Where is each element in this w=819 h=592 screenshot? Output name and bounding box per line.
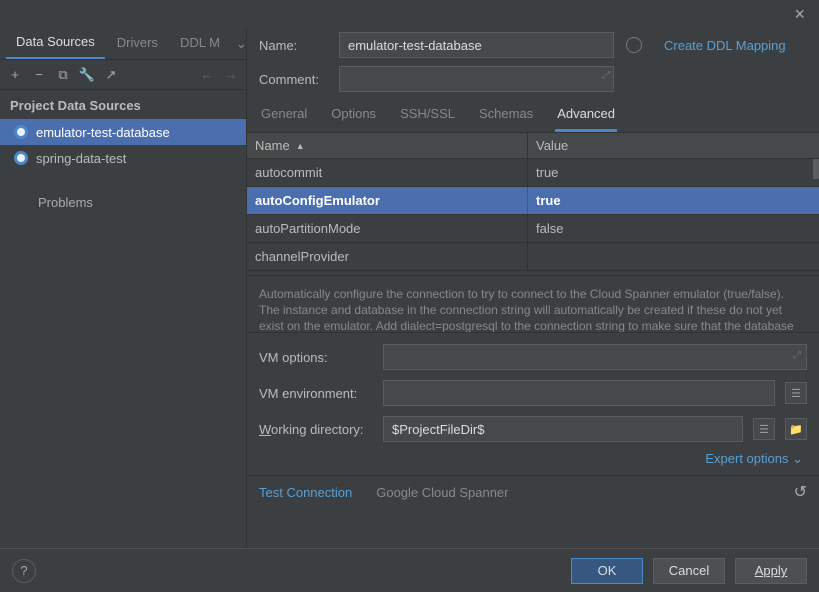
comment-label: Comment:: [259, 72, 329, 87]
apply-button[interactable]: Apply: [735, 558, 807, 584]
tab-schemas[interactable]: Schemas: [477, 106, 535, 132]
prop-value[interactable]: false: [528, 215, 819, 242]
tab-advanced[interactable]: Advanced: [555, 106, 617, 132]
ok-button[interactable]: OK: [571, 558, 643, 584]
tree-item-spring[interactable]: spring-data-test: [0, 145, 246, 171]
tab-ddl[interactable]: DDL M: [170, 29, 230, 58]
left-toolbar: + − ⧉ 🔧 ↗ ← →: [0, 60, 246, 90]
working-dir-label: Working directory:: [259, 422, 373, 437]
database-icon: [14, 125, 28, 139]
table-row[interactable]: autoPartitionMode false: [247, 215, 819, 243]
folder-icon[interactable]: 📁: [785, 418, 807, 440]
tree-item-label: spring-data-test: [36, 151, 126, 166]
inner-tabs: General Options SSH/SSL Schemas Advanced: [247, 96, 819, 133]
name-label: Name:: [259, 38, 329, 53]
tab-general[interactable]: General: [259, 106, 309, 132]
prop-value[interactable]: true: [528, 159, 819, 186]
list-icon[interactable]: ☰: [785, 382, 807, 404]
vm-options-label: VM options:: [259, 350, 373, 365]
prop-value[interactable]: [528, 243, 819, 270]
color-indicator-icon[interactable]: [626, 37, 642, 53]
col-header-value[interactable]: Value: [528, 133, 819, 158]
prop-name: channelProvider: [247, 243, 528, 270]
revert-icon[interactable]: ↺: [794, 482, 807, 502]
table-row[interactable]: channelProvider: [247, 243, 819, 271]
comment-input[interactable]: [339, 66, 614, 92]
name-input[interactable]: [339, 32, 614, 58]
prop-name: autoConfigEmulator: [247, 187, 528, 214]
prop-name: autocommit: [247, 159, 528, 186]
property-description: Automatically configure the connection t…: [247, 275, 819, 333]
vm-env-input[interactable]: [383, 380, 775, 406]
tree-item-label: emulator-test-database: [36, 125, 170, 140]
prop-name: autoPartitionMode: [247, 215, 528, 242]
tab-drivers[interactable]: Drivers: [107, 29, 168, 58]
prop-value[interactable]: true: [528, 187, 819, 214]
expert-options-link[interactable]: Expert options ⌄: [705, 451, 803, 466]
tab-options[interactable]: Options: [329, 106, 378, 132]
scrollbar[interactable]: [813, 159, 819, 179]
tab-data-sources[interactable]: Data Sources: [6, 28, 105, 60]
vm-options-input[interactable]: [383, 344, 807, 370]
dialog-footer: ? OK Cancel Apply: [0, 548, 819, 592]
working-dir-input[interactable]: [383, 416, 743, 442]
forward-icon[interactable]: →: [222, 66, 240, 84]
expand-icon[interactable]: ⤢: [793, 350, 801, 361]
test-connection-link[interactable]: Test Connection: [259, 485, 352, 500]
expand-icon[interactable]: ⤢: [602, 70, 610, 81]
copy-icon[interactable]: ⧉: [54, 66, 72, 84]
add-icon[interactable]: +: [6, 66, 24, 84]
left-tabs: Data Sources Drivers DDL M ⌄: [0, 28, 246, 60]
wrench-icon[interactable]: 🔧: [78, 66, 96, 84]
table-row[interactable]: autoConfigEmulator true: [247, 187, 819, 215]
table-header: Name ▲ Value: [247, 133, 819, 159]
tree-item-problems[interactable]: Problems: [0, 189, 246, 215]
tree-item-emulator[interactable]: emulator-test-database: [0, 119, 246, 145]
left-panel: Data Sources Drivers DDL M ⌄ + − ⧉ 🔧 ↗ ←…: [0, 28, 247, 548]
list-icon[interactable]: ☰: [753, 418, 775, 440]
remove-icon[interactable]: −: [30, 66, 48, 84]
back-icon[interactable]: ←: [198, 66, 216, 84]
database-icon: [14, 151, 28, 165]
tab-ssh-ssl[interactable]: SSH/SSL: [398, 106, 457, 132]
vm-env-label: VM environment:: [259, 386, 373, 401]
driver-name-label: Google Cloud Spanner: [376, 485, 508, 500]
chevron-down-icon[interactable]: ⌄: [232, 36, 246, 52]
section-header: Project Data Sources: [0, 90, 246, 119]
table-row[interactable]: autocommit true: [247, 159, 819, 187]
col-header-name[interactable]: Name ▲: [247, 133, 528, 158]
cancel-button[interactable]: Cancel: [653, 558, 725, 584]
properties-table: autocommit true autoConfigEmulator true …: [247, 159, 819, 271]
create-ddl-link[interactable]: Create DDL Mapping: [664, 38, 786, 53]
right-panel: Name: Create DDL Mapping Comment: ⤢ Gene…: [247, 28, 819, 548]
export-icon[interactable]: ↗: [102, 66, 120, 84]
help-button[interactable]: ?: [12, 559, 36, 583]
col-header-name-label: Name: [255, 138, 290, 153]
close-icon[interactable]: ×: [788, 4, 811, 25]
sort-asc-icon: ▲: [296, 141, 305, 151]
